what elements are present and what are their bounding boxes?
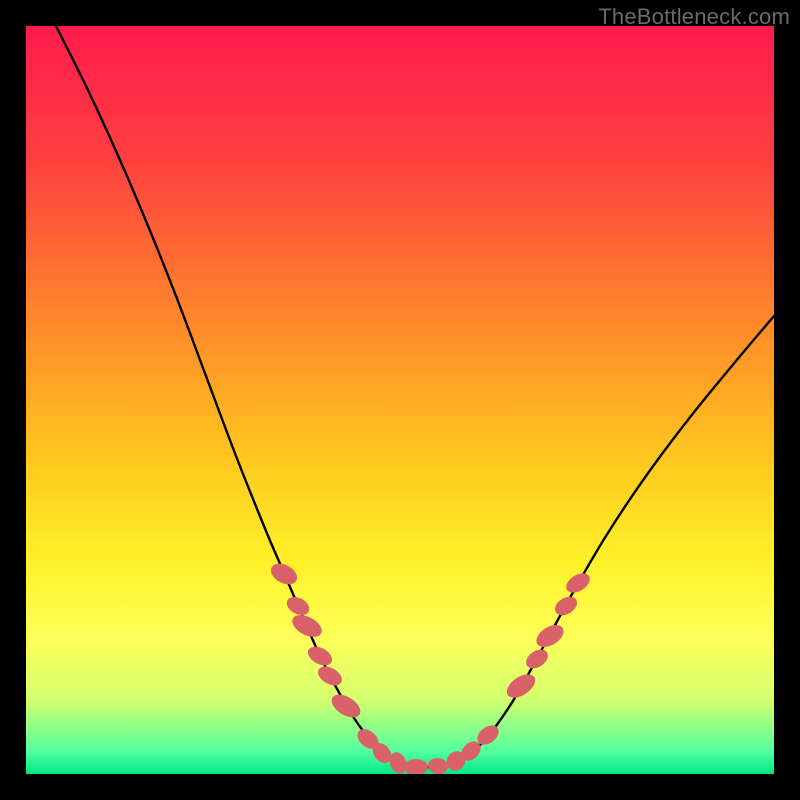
curve-line [56,26,774,767]
chart-svg [26,26,774,774]
highlight-dots [267,559,593,774]
plot-area [26,26,774,774]
watermark-text: TheBottleneck.com [598,4,790,30]
outer-frame: TheBottleneck.com [0,0,800,800]
